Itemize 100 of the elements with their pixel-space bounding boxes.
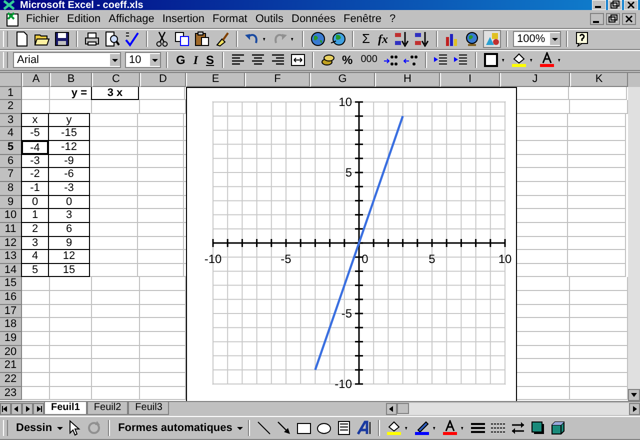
thousands-separator-button[interactable]: 000 [358,52,380,68]
row-header[interactable]: 7 [0,168,22,182]
close-icon[interactable] [622,13,636,26]
menu-item[interactable]: Affichage [104,13,158,26]
percent-button[interactable]: % [339,52,356,68]
text-box-icon[interactable] [336,420,352,436]
column-header[interactable]: C [92,72,140,87]
last-sheet-icon[interactable] [33,402,44,415]
font-name-dropdown[interactable]: Arial [13,52,121,68]
row-header[interactable]: 1 [0,86,22,100]
row-header[interactable]: 15 [0,277,22,292]
menu-item[interactable]: Fenêtre [340,13,386,26]
italic-button[interactable]: I [190,52,202,68]
line-tool-icon[interactable] [256,420,272,436]
sheet-tab[interactable]: Feuil2 [86,402,128,416]
table-cell [90,127,138,142]
sort-descending-icon[interactable] [414,31,430,48]
table-cell: y [48,112,90,128]
paintbrush-icon[interactable] [214,31,230,48]
horizontal-scrollbar[interactable] [386,402,640,415]
font-size-dropdown[interactable]: 10 [125,52,161,68]
row-header[interactable]: 2 [0,100,22,114]
globe-icon[interactable] [310,31,326,48]
help-icon[interactable] [574,31,590,48]
shadow-icon[interactable] [530,420,546,436]
scroll-down-icon[interactable] [628,388,640,401]
x-tick-label: -5 [280,252,292,266]
scissors-icon[interactable] [154,31,170,48]
arrow-tool-icon[interactable] [276,420,292,436]
first-sheet-icon[interactable] [0,402,11,415]
fill-color-icon[interactable] [386,420,402,436]
column-header[interactable]: B [50,72,92,87]
row-header[interactable]: 21 [0,359,22,373]
column-header[interactable]: K [570,72,628,87]
function-button[interactable]: fx [375,31,392,48]
zoom-dropdown[interactable]: 100% [513,31,562,48]
table-cell [568,141,626,155]
restore-icon[interactable] [606,13,620,26]
3d-style-icon[interactable] [550,420,566,436]
column-header[interactable]: D [140,72,186,87]
drawing-shapes-icon[interactable] [484,31,500,48]
row-header[interactable]: 4 [0,127,22,142]
fill-color-icon[interactable] [511,52,528,68]
map-globe-icon[interactable] [464,31,480,48]
row-header[interactable]: 23 [0,386,22,400]
menu-item[interactable]: Insertion [158,13,209,26]
row-header[interactable]: 19 [0,332,22,346]
vertical-scrollbar[interactable] [628,86,640,401]
row-header[interactable]: 17 [0,304,22,318]
sort-ascending-icon[interactable] [394,31,410,48]
line-color-icon[interactable] [414,420,430,436]
column-header[interactable]: A [22,72,50,87]
font-color-icon[interactable] [539,52,556,68]
menu-item[interactable]: Fichier [22,13,64,26]
table-cell: -4 [21,140,49,155]
row-header[interactable]: 18 [0,318,22,332]
row-header[interactable]: 20 [0,346,22,360]
row-header[interactable]: 10 [0,209,22,223]
font-color-icon[interactable] [442,420,458,436]
print-preview-icon[interactable] [104,31,120,48]
table-cell: 15 [48,262,90,278]
minimize-icon[interactable] [590,13,604,26]
printer-icon[interactable] [84,31,100,48]
menu-item[interactable]: Outils [251,13,288,26]
column-header[interactable]: J [500,72,570,87]
menu-item[interactable]: ? [385,13,400,26]
drawing-menu-button[interactable]: Dessin [13,420,56,436]
merge-cells-icon[interactable] [290,52,306,68]
spelling-check-icon[interactable] [124,31,140,48]
row-header[interactable]: 5 [0,141,22,155]
wordart-icon[interactable] [356,420,372,436]
bold-button[interactable]: G [173,52,188,68]
scroll-left-icon[interactable] [386,402,397,415]
arrow-style-icon[interactable] [510,420,526,436]
table-cell [568,250,626,264]
copy-icon[interactable] [174,31,190,48]
sheet-tab[interactable]: Feuil3 [128,402,170,416]
next-sheet-icon[interactable] [22,402,33,415]
menu-item[interactable]: Données [288,13,340,26]
chart-area[interactable]: -10 -5 0 5 10 -10 -5 5 10 [186,86,517,401]
menu-item[interactable]: Edition [63,13,105,26]
clipboard-icon[interactable] [194,31,210,48]
currency-icon[interactable] [320,52,336,68]
sheet-tab[interactable]: Feuil1 [44,402,87,416]
previous-sheet-icon[interactable] [11,402,22,415]
borders-icon[interactable] [483,52,500,68]
row-header[interactable]: 16 [0,291,22,305]
autoshapes-menu-button[interactable]: Formes automatiques [115,420,236,436]
scroll-right-icon[interactable] [629,402,640,415]
row-header[interactable]: 8 [0,182,22,196]
row-header[interactable]: 13 [0,250,22,264]
workbook-icon[interactable] [5,11,21,28]
table-cell [50,318,92,332]
underline-button[interactable]: S [203,52,218,68]
row-header[interactable]: 22 [0,372,22,387]
scroll-thumb[interactable] [397,403,409,414]
web-globe-icon[interactable] [330,31,346,48]
menu-item[interactable]: Format [208,13,252,26]
sum-button[interactable]: Σ [359,31,374,48]
new-file-icon[interactable] [14,31,30,48]
